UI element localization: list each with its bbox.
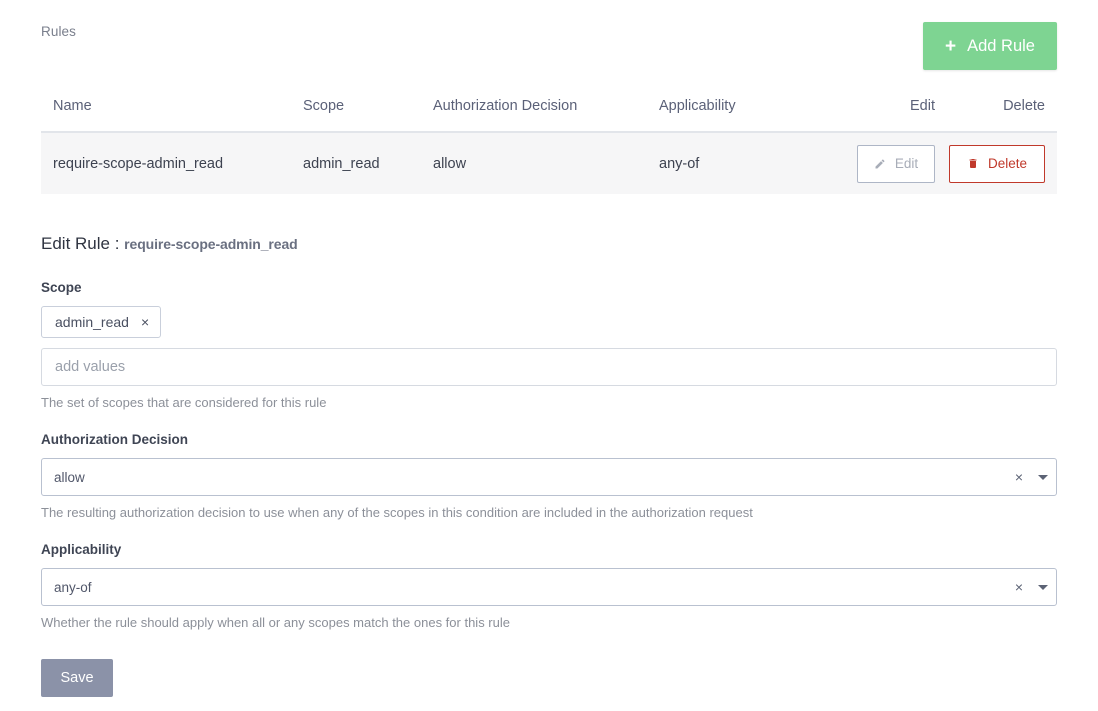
column-header-name: Name (41, 98, 303, 132)
form-title: Edit Rule : require-scope-admin_read (41, 234, 1057, 254)
cell-authorization-decision: allow (433, 132, 659, 194)
plus-icon: + (945, 37, 956, 56)
cell-name: require-scope-admin_read (41, 132, 303, 194)
authorization-decision-field-group: Authorization Decision allow × The resul… (41, 432, 1057, 520)
add-rule-label: Add Rule (967, 37, 1035, 56)
edit-rule-form: Edit Rule : require-scope-admin_read Sco… (41, 234, 1057, 697)
scope-add-values-input[interactable] (41, 348, 1057, 386)
table-body: require-scope-admin_read admin_read allo… (41, 132, 1057, 194)
applicability-value: any-of (42, 580, 1008, 595)
delete-rule-button[interactable]: Delete (949, 145, 1045, 183)
cell-applicability: any-of (659, 132, 829, 194)
authorization-decision-value: allow (42, 470, 1008, 485)
edit-rule-button[interactable]: Edit (857, 145, 935, 183)
page-toolbar: Rules + Add Rule (41, 22, 1057, 74)
rules-table: Name Scope Authorization Decision Applic… (41, 98, 1057, 194)
column-header-auth: Authorization Decision (433, 98, 659, 132)
authorization-decision-help-text: The resulting authorization decision to … (41, 505, 1057, 520)
scope-chip-label: admin_read (55, 314, 129, 330)
applicability-select[interactable]: any-of × (41, 568, 1057, 606)
save-button[interactable]: Save (41, 659, 113, 697)
authorization-decision-label: Authorization Decision (41, 432, 1057, 447)
clear-icon[interactable]: × (1008, 470, 1030, 484)
authorization-decision-select[interactable]: allow × (41, 458, 1057, 496)
add-rule-button[interactable]: + Add Rule (923, 22, 1057, 70)
applicability-field-group: Applicability any-of × Whether the rule … (41, 542, 1057, 630)
rules-page: Rules + Add Rule Name Scope Authorizatio… (0, 0, 1098, 711)
applicability-label: Applicability (41, 542, 1057, 557)
column-header-appl: Applicability (659, 98, 829, 132)
scope-help-text: The set of scopes that are considered fo… (41, 395, 1057, 410)
cell-edit: Edit (829, 132, 949, 194)
trash-icon (967, 157, 979, 170)
scope-field-group: Scope admin_read × The set of scopes tha… (41, 280, 1057, 410)
scope-chip-list: admin_read × (41, 306, 1057, 338)
cell-scope: admin_read (303, 132, 433, 194)
chip-remove-icon[interactable]: × (141, 315, 149, 329)
table-header-row: Name Scope Authorization Decision Applic… (41, 98, 1057, 132)
edit-button-label: Edit (895, 156, 918, 171)
form-title-prefix: Edit Rule : (41, 234, 119, 253)
column-header-edit: Edit (829, 98, 949, 132)
table-header: Name Scope Authorization Decision Applic… (41, 98, 1057, 132)
column-header-scope: Scope (303, 98, 433, 132)
clear-icon[interactable]: × (1008, 580, 1030, 594)
scope-label: Scope (41, 280, 1057, 295)
cell-delete: Delete (949, 132, 1057, 194)
form-title-rule-name: require-scope-admin_read (124, 236, 297, 252)
chevron-down-icon[interactable] (1030, 475, 1056, 480)
table-row: require-scope-admin_read admin_read allo… (41, 132, 1057, 194)
delete-button-label: Delete (988, 156, 1027, 171)
column-header-delete: Delete (949, 98, 1057, 132)
pencil-icon (874, 158, 886, 170)
chevron-down-icon[interactable] (1030, 585, 1056, 590)
applicability-help-text: Whether the rule should apply when all o… (41, 615, 1057, 630)
scope-chip[interactable]: admin_read × (41, 306, 161, 338)
breadcrumb: Rules (41, 24, 76, 39)
